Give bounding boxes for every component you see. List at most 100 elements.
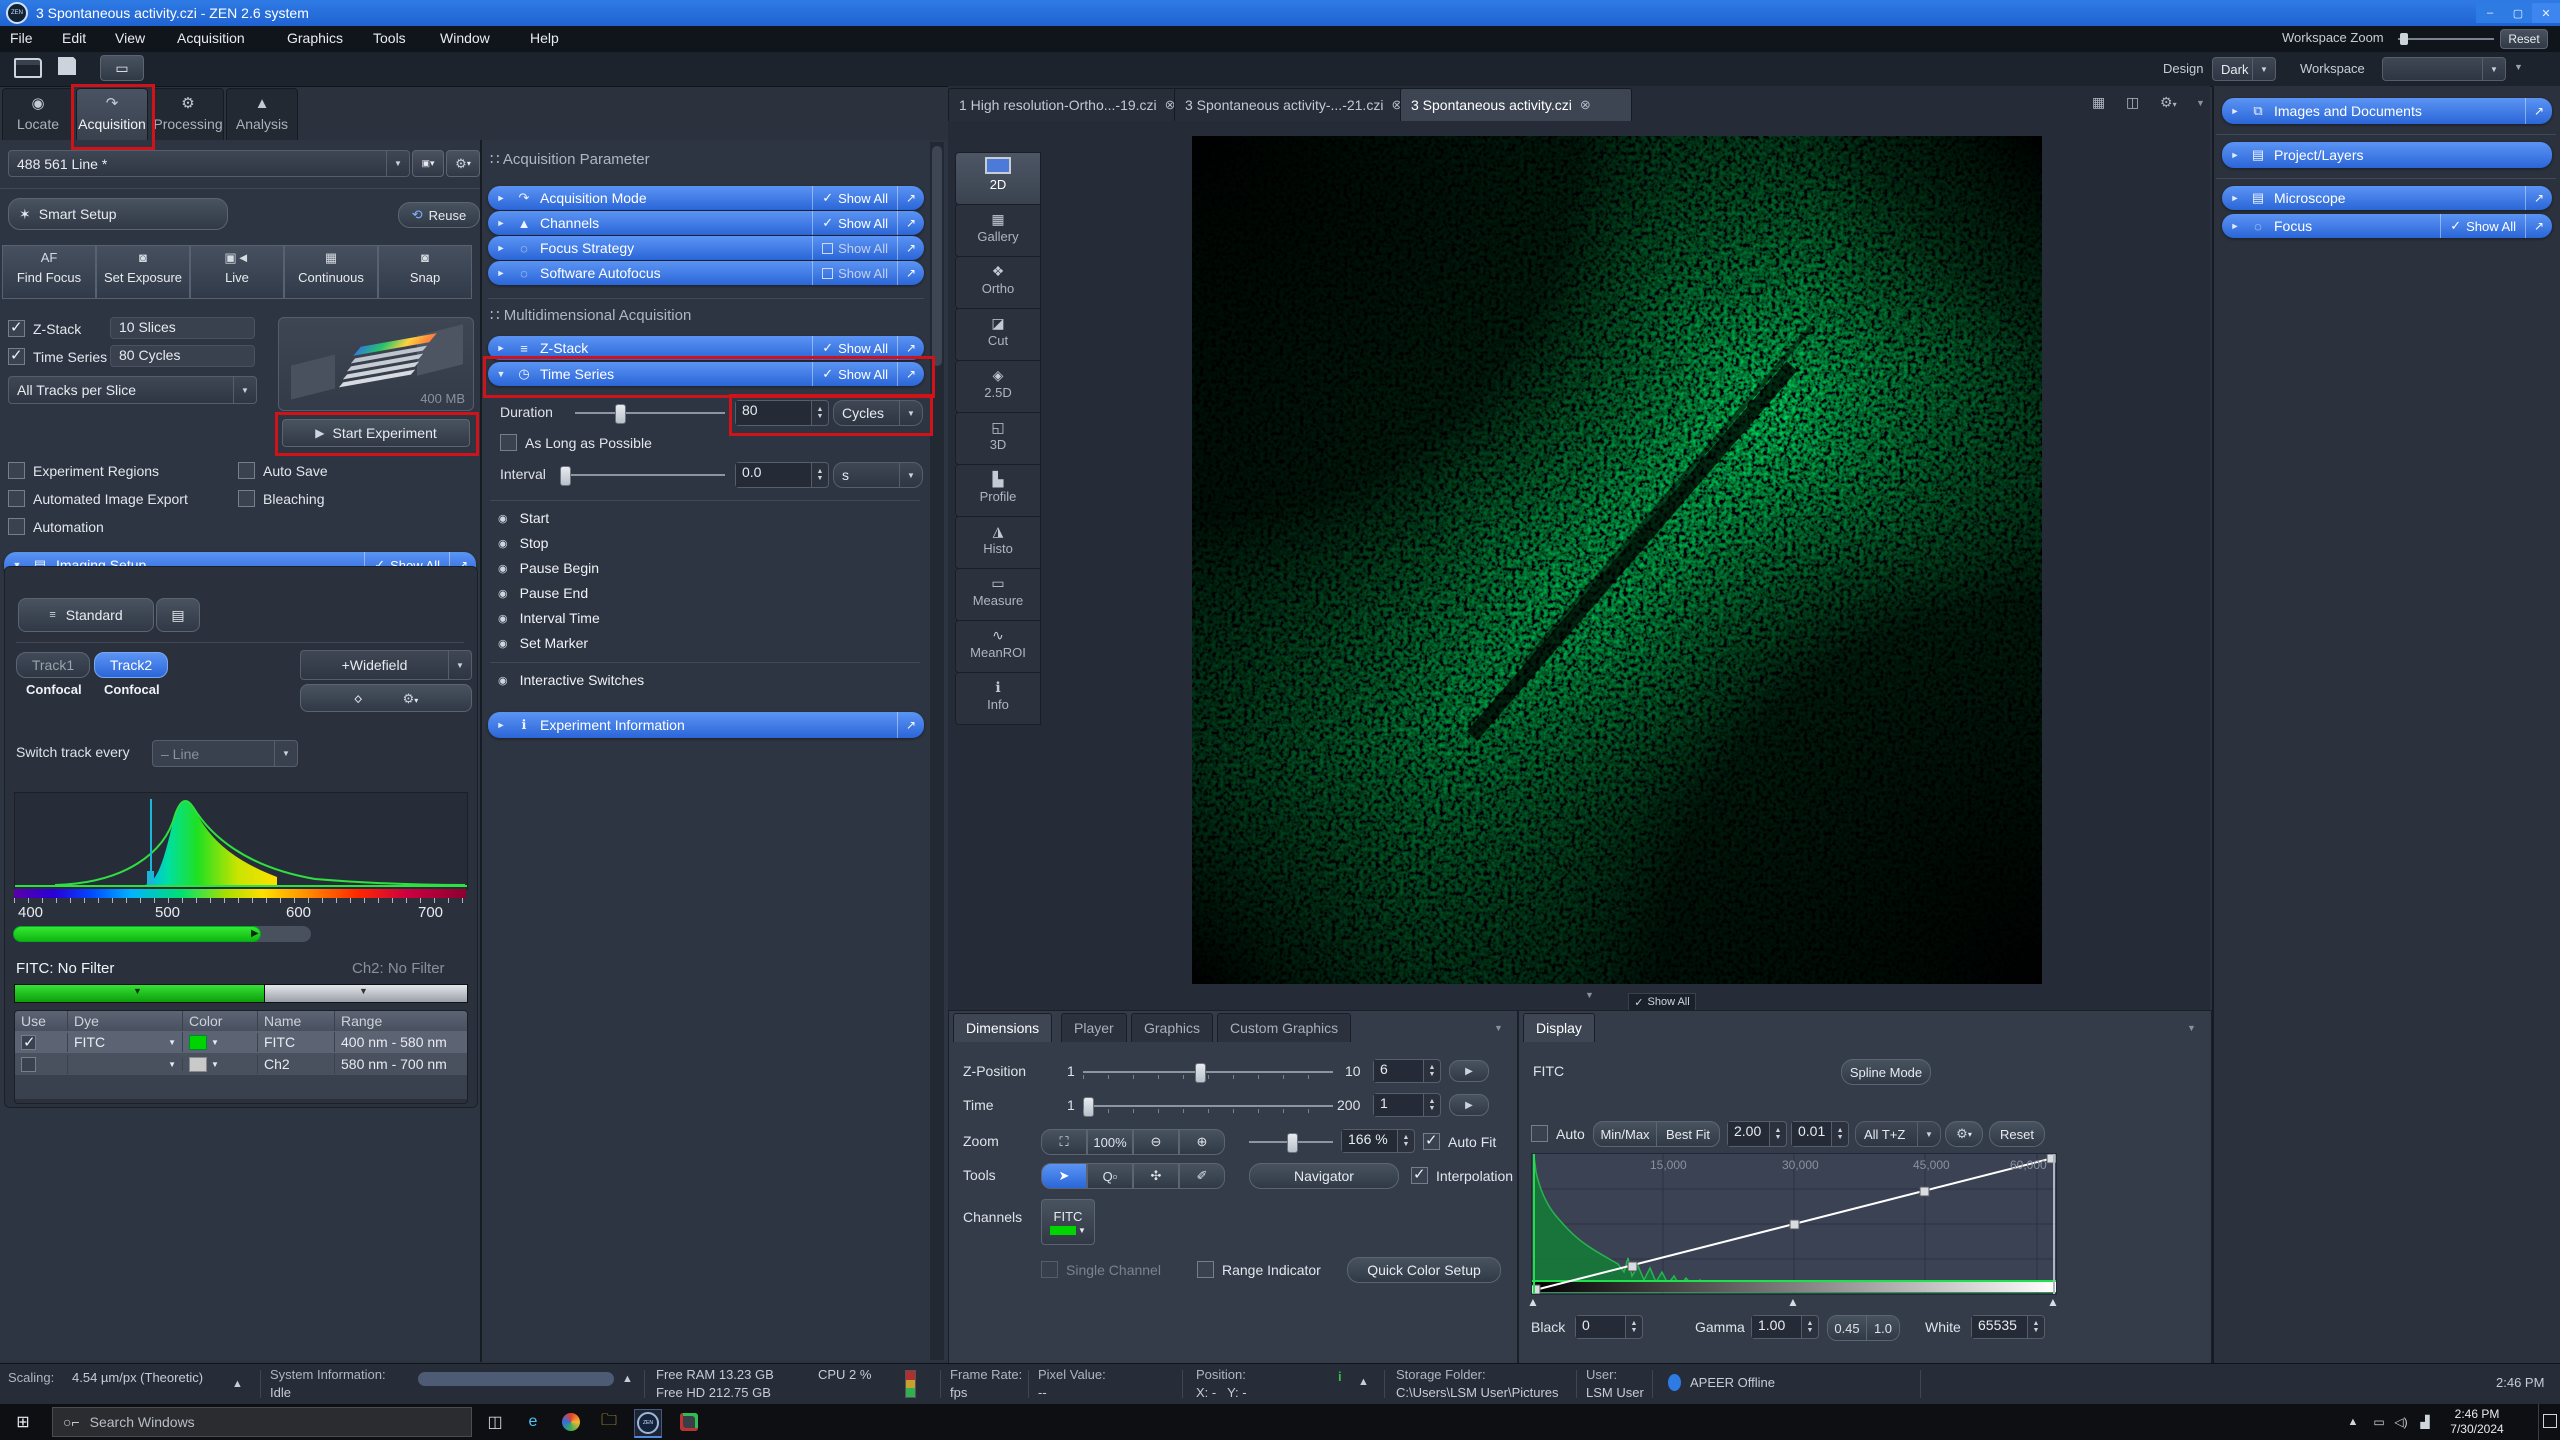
undock-icon[interactable]: ↗ [897, 211, 924, 235]
duration-slider-thumb[interactable] [615, 404, 626, 424]
expander-icon[interactable]: ► [488, 268, 514, 278]
expander-icon[interactable]: ► [2222, 106, 2248, 116]
z-play-button[interactable]: ▶ [1449, 1060, 1489, 1082]
live-button[interactable]: ▣◄Live [190, 245, 284, 299]
chevron-down-icon[interactable]: ▼ [1494, 1023, 1503, 1033]
interval-slider-thumb[interactable] [560, 466, 571, 486]
zen-blue-app-icon[interactable] [558, 1409, 584, 1435]
undock-icon[interactable]: ↗ [897, 336, 924, 360]
as-long-as-possible-option[interactable]: As Long as Possible [500, 434, 652, 451]
chevron-down-icon[interactable]: ▼ [2514, 62, 2523, 72]
tracks-per-slice-dropdown[interactable]: All Tracks per Slice▼ [8, 376, 257, 404]
zstack-enable-row[interactable]: Z-Stack [8, 320, 81, 337]
scaling-tool-icon[interactable]: ▭ [100, 55, 144, 81]
software-autofocus-section[interactable]: ►◌ Software Autofocus Show All ↗ [488, 261, 924, 285]
range-handle-icon[interactable]: ▶ [251, 928, 259, 939]
focus-panel[interactable]: ►◌ Focus ✓Show All ↗ [2222, 214, 2552, 238]
experiment-regions-checkbox[interactable] [8, 462, 25, 479]
minimize-button[interactable]: – [2476, 3, 2504, 23]
show-all-toggle[interactable]: Show All [812, 261, 897, 285]
tab-processing[interactable]: ⚙Processing [152, 88, 224, 142]
use-checkbox[interactable] [21, 1057, 36, 1072]
interval-value-spinner[interactable]: 0.0▲▼ [735, 462, 829, 488]
z-position-spinner[interactable]: 6▲▼ [1373, 1059, 1441, 1083]
windows-start-button[interactable]: ⊞ [10, 1409, 36, 1435]
undock-icon[interactable]: ↗ [2525, 186, 2552, 210]
show-all-toggle[interactable]: Show All [812, 236, 897, 260]
menu-view[interactable]: View [115, 30, 145, 46]
maximize-button[interactable]: ▢ [2504, 3, 2532, 23]
auto-save-checkbox[interactable] [238, 462, 255, 479]
automated-image-export-checkbox[interactable] [8, 490, 25, 507]
experiment-information-section[interactable]: ►ℹ Experiment Information ↗ [488, 712, 924, 738]
spline-mode-button[interactable]: Spline Mode [1841, 1059, 1931, 1085]
close-button[interactable]: ✕ [2532, 3, 2560, 23]
chevron-up-icon[interactable]: ▲ [232, 1378, 243, 1390]
trigger-start[interactable]: ◉Start [498, 510, 549, 526]
undock-icon[interactable]: ↗ [897, 362, 924, 386]
menu-graphics[interactable]: Graphics [287, 30, 343, 46]
expander-icon[interactable]: ► [488, 243, 514, 253]
grid-layout-icon[interactable]: ▦ [2092, 94, 2105, 111]
auto-fit-checkbox[interactable] [1423, 1133, 1440, 1150]
auto-fit-option[interactable]: Auto Fit [1423, 1133, 1496, 1150]
zoom-100-button[interactable]: 100% [1087, 1129, 1133, 1155]
bestfit-high-spinner[interactable]: 0.01▲▼ [1791, 1121, 1849, 1147]
track1-chip[interactable]: Track1 [16, 652, 90, 678]
chevron-up-icon[interactable]: ▲ [622, 1373, 633, 1385]
close-icon[interactable]: ⊗ [1580, 97, 1591, 113]
reuse-button[interactable]: ⟲Reuse [398, 202, 480, 228]
scrollbar-thumb[interactable] [932, 146, 942, 366]
auto-display-option[interactable]: Auto [1531, 1125, 1585, 1142]
menu-tools[interactable]: Tools [373, 30, 406, 46]
expander-icon[interactable]: ► [2222, 193, 2248, 203]
show-all-toggle[interactable]: ✓Show All [812, 362, 897, 386]
split-layout-icon[interactable]: ◫ [2126, 94, 2139, 111]
color-swatch[interactable] [189, 1035, 207, 1050]
zoom-thumb[interactable] [1287, 1133, 1298, 1153]
bleaching-option[interactable]: Bleaching [238, 490, 325, 507]
zoom-percent-spinner[interactable]: 166 %▲▼ [1341, 1129, 1415, 1153]
notification-center-button[interactable] [2538, 1404, 2560, 1440]
white-spinner[interactable]: 65535▲▼ [1971, 1315, 2045, 1339]
time-spinner[interactable]: 1▲▼ [1373, 1093, 1441, 1117]
viewer-show-all-toggle[interactable]: ✓Show All [1628, 993, 1696, 1011]
gamma-handle[interactable]: ▲ [1787, 1295, 1799, 1309]
black-point-handle[interactable]: ▲ [1527, 1295, 1539, 1309]
zstack-checkbox[interactable] [8, 320, 25, 337]
microscope-panel[interactable]: ►▤ Microscope ↗ [2222, 186, 2552, 210]
acquisition-mode-section[interactable]: ►↷ Acquisition Mode ✓Show All ↗ [488, 186, 924, 210]
workspace-zoom-reset-button[interactable]: Reset [2500, 29, 2548, 49]
trigger-pause-end[interactable]: ◉Pause End [498, 585, 588, 601]
file-explorer-icon[interactable]: 🗀 [596, 1409, 622, 1435]
time-thumb[interactable] [1083, 1097, 1094, 1117]
menu-window[interactable]: Window [440, 30, 490, 46]
experiment-config-dropdown[interactable]: 488 561 Line *▼ [8, 150, 410, 177]
display-histogram[interactable]: 15,000 30,000 45,000 60,000 [1531, 1153, 2057, 1295]
bleaching-checkbox[interactable] [238, 490, 255, 507]
pan-hand-tool-icon[interactable]: ✣ [1133, 1163, 1179, 1189]
speaker-icon[interactable]: ◁) [2388, 1409, 2414, 1435]
taskbar-clock[interactable]: 2:46 PM 7/30/2024 [2440, 1407, 2514, 1437]
time-play-button[interactable]: ▶ [1449, 1094, 1489, 1116]
view-tab-25d[interactable]: ◈2.5D [955, 360, 1041, 413]
expander-icon[interactable]: ► [488, 720, 514, 730]
min-max-button[interactable]: Min/Max [1593, 1121, 1657, 1147]
expander-icon[interactable]: ▼ [488, 369, 514, 379]
save-config-button[interactable]: ▣▾ [412, 150, 444, 177]
start-experiment-button[interactable]: ▶Start Experiment [282, 419, 470, 447]
fitc-channel-button[interactable]: FITC ▼ [1041, 1199, 1095, 1245]
switch-track-dropdown[interactable]: – Line▼ [152, 740, 298, 767]
z-position-thumb[interactable] [1195, 1063, 1206, 1083]
undock-icon[interactable]: ↗ [897, 186, 924, 210]
best-fit-button[interactable]: Best Fit [1656, 1121, 1720, 1147]
tab-graphics[interactable]: Graphics [1131, 1013, 1213, 1042]
interpolation-checkbox[interactable] [1411, 1167, 1428, 1184]
chevron-down-icon[interactable]: ▼ [1585, 990, 1594, 1000]
range-indicator-checkbox[interactable] [1197, 1261, 1214, 1278]
zoom-region-tool-icon[interactable]: Q▫ [1087, 1163, 1133, 1189]
tab-analysis[interactable]: ▲Analysis [226, 88, 298, 142]
continuous-button[interactable]: ▦Continuous [284, 245, 378, 299]
standard-mode-button[interactable]: ≡Standard [18, 598, 154, 632]
use-checkbox[interactable] [21, 1035, 36, 1050]
